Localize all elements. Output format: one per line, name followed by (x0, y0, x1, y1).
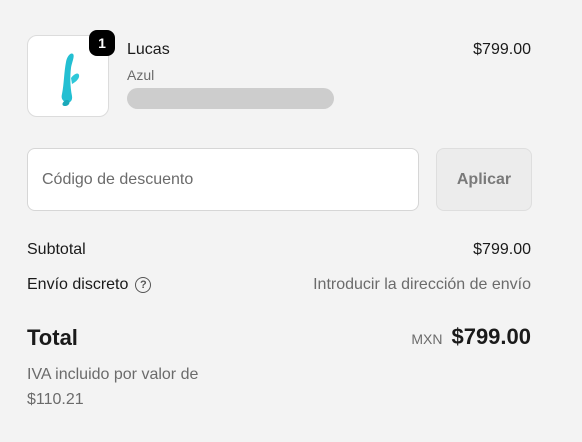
tax-note: IVA incluido por valor de $110.21 (27, 366, 199, 408)
order-summary: 1 Lucas Azul $799.00 Aplicar Subtotal $7… (0, 0, 582, 442)
total-value: $799.00 (451, 324, 531, 349)
shipping-label: Envío discreto (27, 276, 129, 293)
loading-placeholder-bar (127, 88, 334, 109)
product-variant: Azul (127, 67, 155, 83)
subtotal-label: Subtotal (27, 241, 86, 258)
shipping-row: Envío discreto ? (27, 276, 152, 294)
subtotal-value: $799.00 (473, 241, 531, 258)
total-amount: MXN $799.00 (411, 324, 531, 350)
discount-code-input[interactable] (27, 148, 419, 211)
shipping-value: Introducir la dirección de envío (313, 276, 531, 293)
quantity-badge: 1 (89, 30, 115, 56)
product-price: $799.00 (473, 41, 531, 58)
apply-discount-button[interactable]: Aplicar (436, 148, 532, 211)
product-name: Lucas (127, 41, 170, 58)
product-image-icon (61, 53, 80, 106)
total-label: Total (27, 325, 78, 350)
question-circle-icon[interactable]: ? (135, 277, 152, 293)
currency-code: MXN (411, 331, 443, 347)
